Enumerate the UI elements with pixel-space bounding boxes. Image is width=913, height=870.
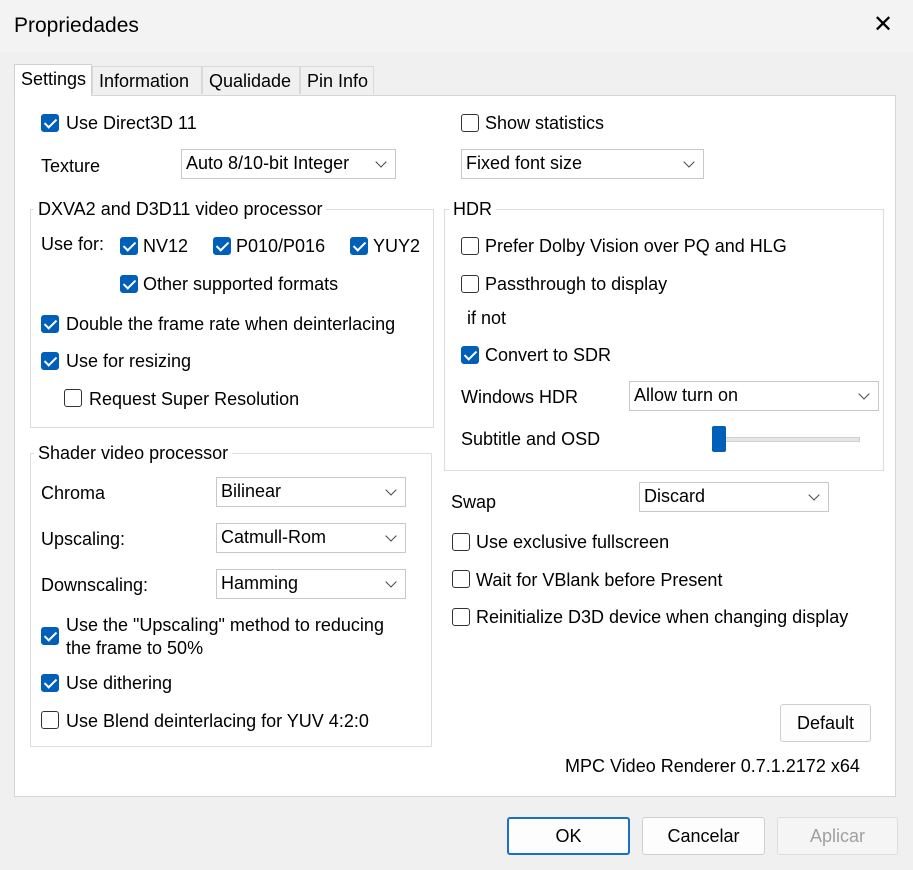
blend-deinterlacing-checkbox[interactable] [41, 711, 59, 729]
downscaling-select[interactable]: Hamming [216, 569, 406, 599]
chroma-value: Bilinear [221, 481, 282, 501]
chevron-down-icon [808, 489, 820, 501]
close-icon[interactable]: ✕ [870, 12, 896, 38]
cancel-button[interactable]: Cancelar [642, 817, 765, 855]
tab-settings[interactable]: Settings [14, 64, 92, 96]
upscaling-method-label-line1: Use the "Upscaling" method to reducing [66, 615, 384, 635]
nv12-checkbox[interactable] [120, 237, 138, 255]
swap-value: Discard [644, 486, 706, 506]
use-for-resizing-label: Use for resizing [66, 351, 192, 371]
font-size-select[interactable]: Fixed font size [461, 149, 704, 179]
yuy2-label: YUY2 [373, 236, 421, 256]
double-frame-rate-checkbox[interactable] [41, 315, 59, 333]
vblank-label: Wait for VBlank before Present [476, 570, 723, 590]
texture-value: Auto 8/10-bit Integer [186, 153, 350, 173]
reinitialize-d3d-label: Reinitialize D3D device when changing di… [476, 607, 849, 627]
use-dithering-checkbox[interactable] [41, 674, 59, 692]
chevron-down-icon [385, 484, 397, 496]
upscaling-select[interactable]: Catmull-Rom [216, 523, 406, 553]
use-direct3d11-label: Use Direct3D 11 [66, 113, 197, 133]
windows-hdr-label: Windows HDR [461, 387, 579, 407]
chroma-select[interactable]: Bilinear [216, 477, 406, 507]
upscaling-method-checkbox[interactable] [41, 627, 59, 645]
passthrough-checkbox[interactable] [461, 275, 479, 293]
hdr-group-title: HDR [449, 198, 496, 220]
prefer-dolby-vision-label: Prefer Dolby Vision over PQ and HLG [485, 236, 787, 256]
version-label: MPC Video Renderer 0.7.1.2172 x64 [565, 756, 860, 776]
upscaling-label: Upscaling: [41, 529, 126, 549]
convert-to-sdr-label: Convert to SDR [485, 345, 612, 365]
use-dithering-label: Use dithering [66, 673, 173, 693]
texture-label: Texture [41, 156, 101, 176]
p010-checkbox[interactable] [213, 237, 231, 255]
upscaling-value: Catmull-Rom [221, 527, 327, 547]
subtitle-osd-slider-track[interactable] [712, 437, 860, 442]
double-frame-rate-label: Double the frame rate when deinterlacing [66, 314, 396, 334]
tab-qualidade[interactable]: Qualidade [202, 66, 300, 94]
windows-hdr-select[interactable]: Allow turn on [629, 381, 879, 411]
swap-label: Swap [451, 492, 497, 512]
p010-label: P010/P016 [236, 236, 326, 256]
prefer-dolby-vision-checkbox[interactable] [461, 237, 479, 255]
font-size-value: Fixed font size [466, 153, 583, 173]
tab-pin-info[interactable]: Pin Info [300, 66, 374, 94]
super-resolution-label: Request Super Resolution [89, 389, 300, 409]
reinitialize-d3d-checkbox[interactable] [452, 608, 470, 626]
other-formats-label: Other supported formats [143, 274, 339, 294]
use-direct3d11-checkbox[interactable] [41, 114, 59, 132]
swap-select[interactable]: Discard [639, 482, 829, 512]
chevron-down-icon [375, 156, 387, 168]
exclusive-fullscreen-label: Use exclusive fullscreen [476, 532, 670, 552]
vblank-checkbox[interactable] [452, 570, 470, 588]
show-statistics-checkbox[interactable] [461, 114, 479, 132]
blend-deinterlacing-label: Use Blend deinterlacing for YUV 4:2:0 [66, 711, 369, 731]
subtitle-osd-slider-thumb[interactable] [712, 426, 726, 452]
passthrough-label: Passthrough to display [485, 274, 668, 294]
default-button[interactable]: Default [780, 704, 871, 742]
downscaling-value: Hamming [221, 573, 299, 593]
chevron-down-icon [385, 530, 397, 542]
if-not-label: if not [467, 308, 507, 328]
windows-hdr-value: Allow turn on [634, 385, 739, 405]
nv12-label: NV12 [143, 236, 189, 256]
super-resolution-checkbox[interactable] [64, 389, 82, 407]
exclusive-fullscreen-checkbox[interactable] [452, 533, 470, 551]
chevron-down-icon [858, 388, 870, 400]
use-for-resizing-checkbox[interactable] [41, 352, 59, 370]
chevron-down-icon [683, 156, 695, 168]
chevron-down-icon [385, 576, 397, 588]
window-title: Propriedades [14, 14, 139, 37]
convert-to-sdr-checkbox[interactable] [461, 346, 479, 364]
yuy2-checkbox[interactable] [350, 237, 368, 255]
upscaling-method-label-line2: the frame to 50% [66, 638, 204, 658]
shader-group-title: Shader video processor [34, 442, 233, 464]
apply-button[interactable]: Aplicar [777, 817, 898, 855]
subtitle-osd-label: Subtitle and OSD [461, 429, 601, 449]
dxva-group-title: DXVA2 and D3D11 video processor [34, 198, 327, 220]
other-formats-checkbox[interactable] [120, 275, 138, 293]
show-statistics-label: Show statistics [485, 113, 605, 133]
chroma-label: Chroma [41, 483, 106, 503]
texture-select[interactable]: Auto 8/10-bit Integer [181, 149, 396, 179]
use-for-label: Use for: [41, 234, 105, 254]
tab-information[interactable]: Information [92, 66, 202, 94]
ok-button[interactable]: OK [507, 817, 630, 855]
downscaling-label: Downscaling: [41, 575, 149, 595]
